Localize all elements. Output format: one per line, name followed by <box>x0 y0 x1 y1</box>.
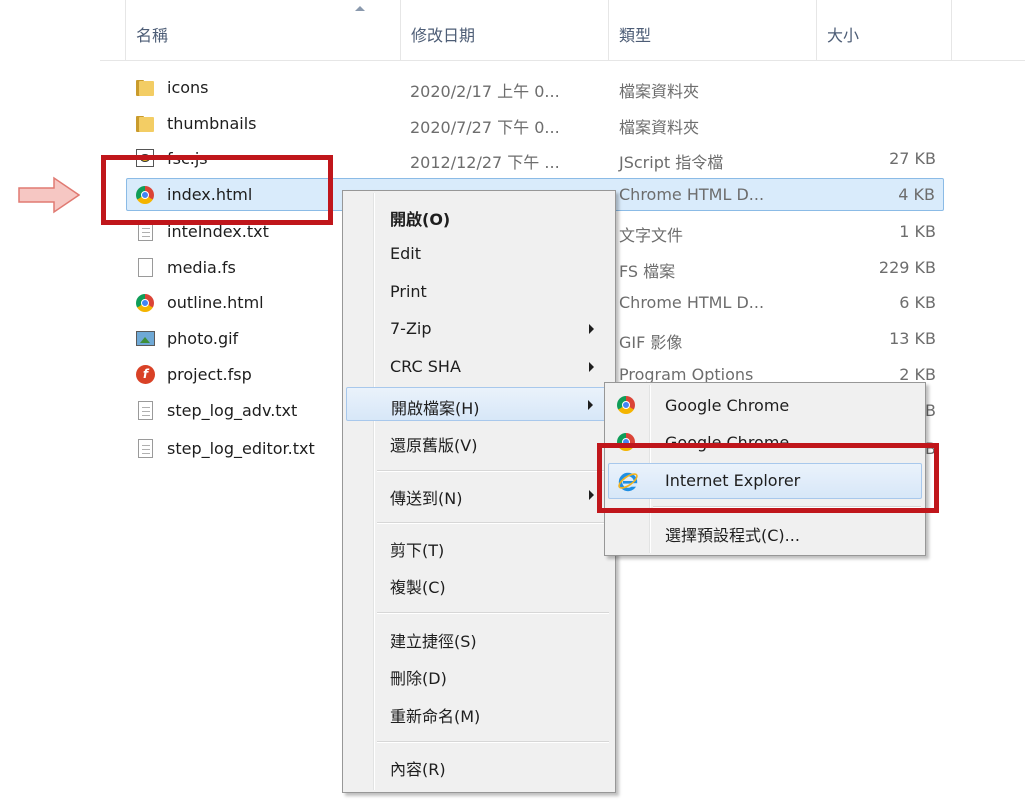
text-file-icon <box>136 222 156 242</box>
file-name: step_log_editor.txt <box>167 439 315 458</box>
menu-item-send-to[interactable]: 傳送到(N) <box>346 478 612 512</box>
column-header-size[interactable]: 大小 <box>816 0 951 60</box>
text-file-icon <box>136 439 156 459</box>
column-header-type[interactable]: 類型 <box>608 0 816 60</box>
menu-separator <box>377 741 609 743</box>
chrome-icon <box>136 293 156 313</box>
file-date: 2012/12/27 下午 ... <box>410 153 560 172</box>
file-name: icons <box>167 78 209 97</box>
text-file-icon <box>136 401 156 421</box>
file-type: Chrome HTML D... <box>619 185 765 204</box>
fsp-icon: f <box>136 365 156 385</box>
file-name: step_log_adv.txt <box>167 401 298 420</box>
submenu-arrow-icon <box>589 490 594 500</box>
menu-item-label: 傳送到(N) <box>390 489 463 508</box>
file-name: project.fsp <box>167 365 252 384</box>
file-size: 229 KB <box>878 258 936 277</box>
file-size: 4 KB <box>898 185 935 204</box>
menu-item-copy[interactable]: 複製(C) <box>346 567 612 601</box>
menu-item-restore-previous[interactable]: 還原舊版(V) <box>346 425 612 459</box>
menu-item-print[interactable]: Print <box>346 275 612 309</box>
menu-item-label: 重新命名(M) <box>390 707 481 726</box>
file-size: 27 KB <box>889 149 936 168</box>
menu-separator <box>377 470 609 472</box>
file-date: 2020/2/17 上午 0... <box>410 82 560 101</box>
menu-item-label: 建立捷徑(S) <box>390 632 477 651</box>
file-type: FS 檔案 <box>619 262 676 281</box>
file-type: Chrome HTML D... <box>619 293 765 312</box>
menu-item-label: 內容(R) <box>390 760 446 779</box>
context-menu: 開啟(O) Edit Print 7-Zip CRC SHA 開啟檔案(H) 還… <box>342 190 616 793</box>
submenu-item-label: 選擇預設程式(C)... <box>665 526 800 545</box>
file-row[interactable]: thumbnails 2020/7/27 下午 0... 檔案資料夾 <box>126 107 944 140</box>
submenu-arrow-icon <box>589 324 594 334</box>
menu-item-label: CRC SHA <box>390 357 461 376</box>
annotation-highlight-internet-explorer <box>597 443 939 513</box>
submenu-item-google-chrome[interactable]: Google Chrome <box>608 388 922 424</box>
image-icon <box>136 329 156 349</box>
chrome-icon <box>617 395 635 414</box>
file-size: 6 KB <box>899 293 936 312</box>
menu-item-open-with[interactable]: 開啟檔案(H) <box>346 387 612 421</box>
menu-separator <box>377 522 609 524</box>
annotation-highlight-file <box>101 155 333 225</box>
menu-item-properties[interactable]: 內容(R) <box>346 749 612 783</box>
menu-item-label: 剪下(T) <box>390 541 445 560</box>
submenu-arrow-icon <box>588 400 593 410</box>
submenu-item-choose-default-program[interactable]: 選擇預設程式(C)... <box>608 514 922 550</box>
menu-item-create-shortcut[interactable]: 建立捷徑(S) <box>346 621 612 655</box>
file-date: 2020/7/27 下午 0... <box>410 118 560 137</box>
file-size: 1 KB <box>899 222 936 241</box>
file-type: JScript 指令檔 <box>619 153 724 172</box>
column-header-bar: 名稱 修改日期 類型 大小 <box>100 0 1025 61</box>
menu-item-label: 複製(C) <box>390 578 446 597</box>
menu-item-rename[interactable]: 重新命名(M) <box>346 696 612 730</box>
sort-ascending-icon <box>355 6 365 11</box>
file-name: outline.html <box>167 293 264 312</box>
submenu-item-label: Google Chrome <box>665 396 790 415</box>
menu-item-label: 刪除(D) <box>390 669 447 688</box>
file-type: 檔案資料夾 <box>619 118 700 137</box>
menu-item-delete[interactable]: 刪除(D) <box>346 658 612 692</box>
file-name: photo.gif <box>167 329 239 348</box>
menu-item-label: 7-Zip <box>390 319 432 338</box>
column-header-modified-label: 修改日期 <box>411 26 476 45</box>
file-size: 13 KB <box>889 329 936 348</box>
folder-icon <box>136 78 156 98</box>
file-name: thumbnails <box>167 114 257 133</box>
menu-item-edit[interactable]: Edit <box>346 237 612 271</box>
column-header-modified[interactable]: 修改日期 <box>400 0 608 60</box>
file-row[interactable]: icons 2020/2/17 上午 0... 檔案資料夾 <box>126 71 944 104</box>
menu-item-open[interactable]: 開啟(O) <box>346 199 612 233</box>
menu-item-label: 開啟檔案(H) <box>391 399 480 418</box>
file-type: 檔案資料夾 <box>619 82 700 101</box>
column-header-type-label: 類型 <box>619 26 652 45</box>
menu-item-crc-sha[interactable]: CRC SHA <box>346 350 612 384</box>
submenu-arrow-icon <box>589 362 594 372</box>
menu-item-cut[interactable]: 剪下(T) <box>346 530 612 564</box>
folder-icon <box>136 114 156 134</box>
menu-separator <box>377 612 609 614</box>
column-header-filler <box>951 0 1025 60</box>
column-header-name-label: 名稱 <box>136 26 169 45</box>
menu-item-label: 開啟(O) <box>390 210 451 229</box>
file-type: 文字文件 <box>619 226 684 245</box>
file-name: media.fs <box>167 258 236 277</box>
file-type: GIF 影像 <box>619 333 683 352</box>
column-header-size-label: 大小 <box>827 26 860 45</box>
menu-item-label: 還原舊版(V) <box>390 436 478 455</box>
annotation-arrow-icon <box>18 176 80 214</box>
file-icon <box>136 258 156 278</box>
menu-item-label: Edit <box>390 244 421 263</box>
menu-item-7zip[interactable]: 7-Zip <box>346 312 612 346</box>
menu-item-label: Print <box>390 282 427 301</box>
